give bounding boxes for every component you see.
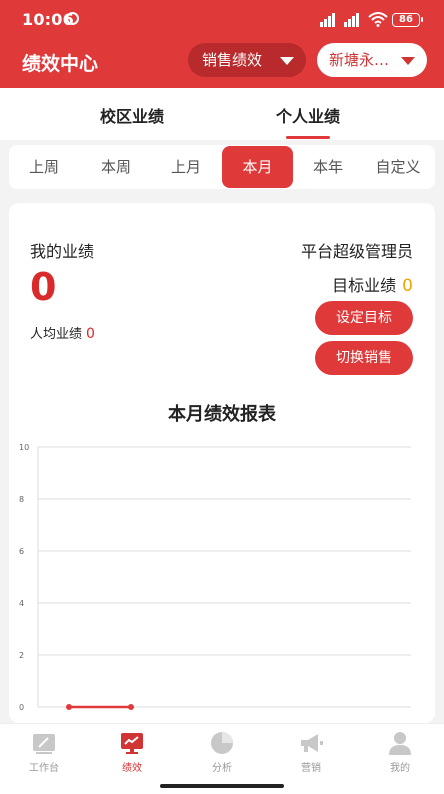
- average-performance-label: 人均业绩: [30, 327, 83, 342]
- period-tab-this-month[interactable]: 本月: [222, 146, 293, 188]
- period-tabs: 上周 本周 上月 本月 本年 自定义: [9, 145, 435, 189]
- school-select-label: 新塘永…: [329, 51, 390, 69]
- workbench-icon: [33, 734, 55, 754]
- average-performance-value: 0: [86, 326, 95, 342]
- status-bar: 10:06 86: [0, 0, 444, 38]
- nav-item-analysis[interactable]: 分析: [178, 724, 266, 784]
- main-tabs: 校区业绩 个人业绩: [0, 88, 444, 140]
- nav-item-marketing[interactable]: 营销: [267, 724, 355, 784]
- y-tick-label: 4: [19, 599, 24, 608]
- school-select[interactable]: 新塘永…: [317, 43, 427, 77]
- chevron-down-icon: [401, 57, 415, 65]
- nav-label-profile: 我的: [390, 763, 410, 774]
- alarm-icon: [66, 12, 79, 25]
- average-performance: 人均业绩 0: [30, 323, 95, 342]
- nav-item-profile[interactable]: 我的: [356, 724, 444, 784]
- y-tick-label: 10: [19, 443, 29, 452]
- performance-card: 我的业绩 0 人均业绩 0 平台超级管理员 目标业绩 0 设定目标 切换销售 本月绩…: [9, 203, 435, 723]
- tab-personal-performance[interactable]: 个人业绩: [276, 103, 340, 139]
- home-indicator: [160, 784, 284, 788]
- target-performance: 目标业绩 0: [332, 272, 413, 296]
- analysis-icon: [211, 732, 233, 754]
- nav-label-workbench: 工作台: [29, 763, 59, 774]
- target-performance-label: 目标业绩: [332, 276, 397, 295]
- y-tick-label: 0: [19, 703, 24, 712]
- app-header: 10:06 86 绩效中心 销售绩效 新塘永…: [0, 0, 444, 88]
- type-select-label: 销售绩效: [202, 51, 263, 69]
- wifi-icon: [368, 12, 388, 27]
- period-tab-last-week[interactable]: 上周: [9, 145, 79, 189]
- monthly-performance-chart: 0 2 4 6 8 10: [19, 443, 411, 712]
- type-select[interactable]: 销售绩效: [188, 43, 306, 77]
- switch-sales-button[interactable]: 切换销售: [315, 341, 413, 375]
- my-performance-value: 0: [30, 265, 57, 309]
- period-tab-last-month[interactable]: 上月: [151, 145, 221, 189]
- period-tab-this-year[interactable]: 本年: [293, 145, 363, 189]
- performance-icon: [121, 733, 143, 754]
- y-tick-label: 2: [19, 651, 24, 660]
- battery-icon: 86: [392, 13, 423, 27]
- tab-campus-performance[interactable]: 校区业绩: [100, 103, 164, 127]
- nav-item-performance[interactable]: 绩效: [88, 724, 176, 784]
- period-tab-this-week[interactable]: 本周: [81, 145, 151, 189]
- nav-item-workbench[interactable]: 工作台: [0, 724, 88, 784]
- period-tab-custom[interactable]: 自定义: [365, 145, 431, 189]
- chart-title: 本月绩效报表: [168, 404, 276, 425]
- page-title: 绩效中心: [22, 53, 99, 75]
- nav-label-marketing: 营销: [301, 763, 321, 774]
- profile-icon: [389, 732, 411, 755]
- my-performance-label: 我的业绩: [30, 242, 95, 261]
- chevron-down-icon: [280, 57, 294, 65]
- nav-label-performance: 绩效: [122, 763, 142, 774]
- nav-label-analysis: 分析: [212, 763, 232, 774]
- y-tick-label: 6: [19, 547, 24, 556]
- y-tick-label: 8: [19, 495, 24, 504]
- marketing-icon: [301, 734, 323, 752]
- target-performance-value: 0: [402, 276, 413, 296]
- user-role: 平台超级管理员: [300, 242, 413, 261]
- bottom-nav: 工作台 绩效 分析 营销 我的: [0, 723, 444, 794]
- set-target-button[interactable]: 设定目标: [315, 301, 413, 335]
- data-point: [66, 704, 72, 710]
- data-point: [128, 704, 134, 710]
